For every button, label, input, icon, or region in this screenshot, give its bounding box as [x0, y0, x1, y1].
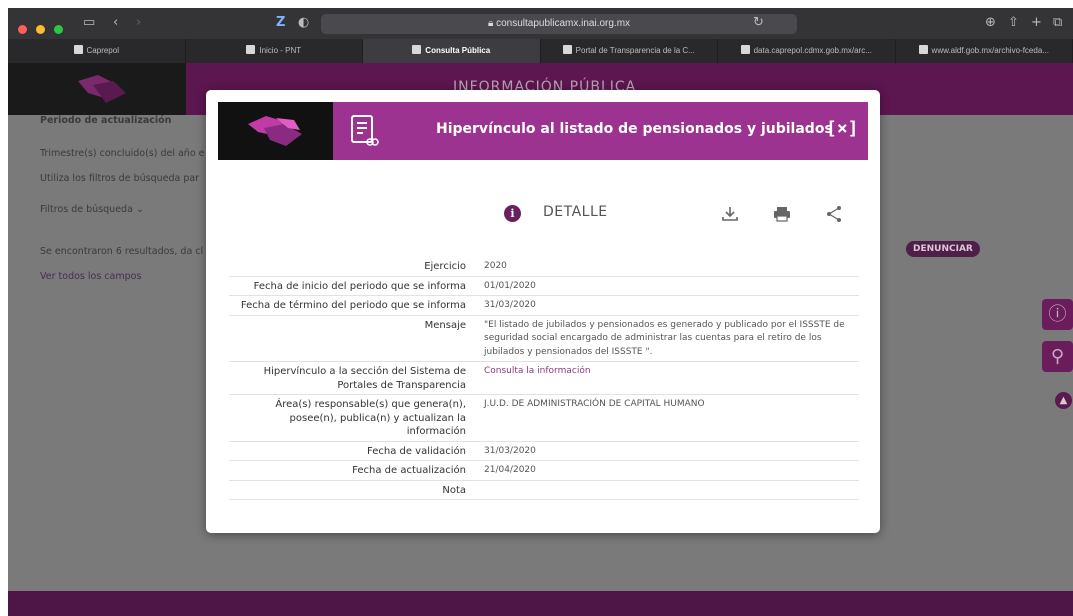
download-icon[interactable]: [720, 204, 740, 224]
download-icon[interactable]: ⊕: [985, 15, 996, 30]
modal-logo: [218, 102, 333, 160]
alert-side-icon[interactable]: ⓘ: [1042, 299, 1073, 330]
field-value: [484, 481, 859, 500]
results-count-text: Se encontraron 6 resultados, da cl: [40, 246, 204, 257]
print-icon[interactable]: [772, 204, 792, 224]
tab-label: www.aldf.gob.mx/archivo-fceda...: [931, 46, 1049, 55]
tab-label: Caprepol: [86, 46, 119, 55]
detail-row: Mensaje "El listado de jubilados y pensio…: [229, 316, 859, 362]
tab-label: data.caprepol.cdmx.gob.mx/arc...: [753, 46, 872, 55]
denunciar-button[interactable]: DENUNCIAR: [906, 241, 980, 257]
browser-tab[interactable]: Inicio - PNT: [185, 39, 363, 63]
privacy-shield-icon[interactable]: ◐: [298, 15, 309, 30]
browser-tab[interactable]: www.aldf.gob.mx/archivo-fceda...: [895, 39, 1073, 63]
field-label: Fecha de inicio del periodo que se infor…: [253, 280, 466, 292]
tab-overview-icon[interactable]: ⧉: [1053, 15, 1062, 30]
quarter-text: Trimestre(s) concluido(s) del año e: [40, 148, 205, 159]
field-value: 31/03/2020: [484, 445, 536, 456]
tab-favicon-icon: [562, 45, 572, 54]
detail-label: DETALLE: [543, 204, 608, 220]
back-icon[interactable]: ‹: [113, 15, 118, 30]
field-value: 2020: [484, 261, 507, 271]
forward-icon[interactable]: ›: [136, 15, 141, 30]
field-value: 01/01/2020: [484, 280, 536, 291]
extension-z-icon[interactable]: Z: [276, 15, 285, 30]
search-side-icon[interactable]: ⚲: [1042, 341, 1073, 372]
sidebar-icon[interactable]: ▭: [83, 15, 95, 30]
search-filters-toggle[interactable]: Filtros de búsqueda ⌄: [40, 204, 144, 215]
field-label: Fecha de término del periodo que se info…: [240, 300, 466, 311]
detail-row: Fecha de validación 31/03/2020: [229, 442, 859, 461]
field-value: 31/03/2020: [484, 300, 536, 310]
url-text: consultapublicamx.inai.org.mx: [496, 18, 631, 29]
browser-tab[interactable]: Caprepol: [8, 39, 186, 63]
close-modal-button[interactable]: [×]: [826, 115, 859, 143]
tab-favicon-icon: [412, 45, 422, 54]
tab-label: Portal de Transparencia de la C...: [575, 46, 695, 55]
tab-favicon-icon: [73, 45, 83, 54]
field-label: Hipervínculo a la sección del Sistema de…: [263, 366, 466, 391]
detail-row: Ejercicio 2020: [229, 257, 859, 277]
browser-tab[interactable]: data.caprepol.cdmx.gob.mx/arc...: [718, 39, 896, 63]
detail-modal: Hipervínculo al listado de pensionados y…: [206, 90, 880, 533]
detail-row: Área(s) responsable(s) que genera(n), po…: [229, 395, 859, 442]
browser-tab[interactable]: Consulta Pública: [363, 39, 541, 63]
tab-label: Inicio - PNT: [259, 46, 302, 55]
address-bar[interactable]: 🔒︎ consultapublicamx.inai.org.mx: [321, 14, 797, 34]
detail-table: Ejercicio 2020 Fecha de inicio del periodo…: [229, 257, 859, 500]
tab-favicon-icon: [918, 45, 928, 54]
detail-row: Fecha de actualización 21/04/2020: [229, 461, 859, 481]
detail-row: Nota: [229, 481, 859, 500]
field-label: Ejercicio: [424, 261, 466, 272]
detail-row: Hipervínculo a la sección del Sistema de…: [229, 362, 859, 395]
detail-row: Fecha de inicio del periodo que se infor…: [229, 277, 859, 296]
field-value: J.U.D. DE ADMINISTRACIÓN DE CAPITAL HUMA…: [484, 399, 705, 409]
modal-title: Hipervínculo al listado de pensionados y…: [436, 121, 833, 137]
field-label: Mensaje: [424, 319, 466, 331]
tab-favicon-icon: [246, 45, 256, 54]
field-value: "El listado de jubilados y pensionados e…: [484, 319, 845, 357]
field-label: Nota: [442, 484, 466, 496]
browser-chrome: ▭ ‹ › Z ◐ 🔒︎ consultapublicamx.inai.org.…: [8, 8, 1073, 63]
field-label: Fecha de actualización: [352, 465, 466, 476]
detail-bar: i DETALLE: [206, 200, 880, 230]
close-window-button[interactable]: [18, 25, 27, 34]
share-icon[interactable]: ⇧: [1008, 15, 1019, 30]
period-heading: Periodo de actualización: [40, 115, 172, 126]
scroll-top-icon[interactable]: ▲: [1055, 392, 1072, 409]
site-footer: [8, 591, 1073, 616]
tab-label: Consulta Pública: [425, 46, 491, 55]
lock-icon: 🔒︎: [487, 18, 497, 29]
detail-row: Fecha de término del periodo que se info…: [229, 296, 859, 316]
share-icon[interactable]: [824, 204, 844, 224]
zoom-window-button[interactable]: [54, 25, 64, 34]
site-logo[interactable]: [8, 63, 186, 115]
window-controls[interactable]: [18, 19, 67, 38]
field-label: Área(s) responsable(s) que genera(n), po…: [275, 399, 466, 437]
view-all-fields-link[interactable]: Ver todos los campos: [40, 271, 141, 282]
minimize-window-button[interactable]: [36, 25, 46, 34]
field-value: 21/04/2020: [484, 465, 536, 475]
modal-header: Hipervínculo al listado de pensionados y…: [218, 102, 868, 160]
browser-tab[interactable]: Portal de Transparencia de la C...: [540, 39, 718, 63]
browser-toolbar: ▭ ‹ › Z ◐ 🔒︎ consultapublicamx.inai.org.…: [8, 8, 1073, 39]
consulta-link[interactable]: Consulta la información: [484, 362, 859, 394]
tab-strip: Caprepol Inicio - PNT Consulta Pública Port…: [8, 39, 1073, 63]
info-icon: i: [504, 205, 521, 222]
reload-icon[interactable]: ↻: [753, 15, 764, 30]
filter-hint-text: Utiliza los filtros de búsqueda par: [40, 173, 200, 184]
document-icon: [351, 115, 379, 146]
tab-favicon-icon: [740, 45, 750, 54]
new-tab-icon[interactable]: +: [1031, 15, 1042, 30]
field-label: Fecha de validación: [367, 445, 466, 457]
